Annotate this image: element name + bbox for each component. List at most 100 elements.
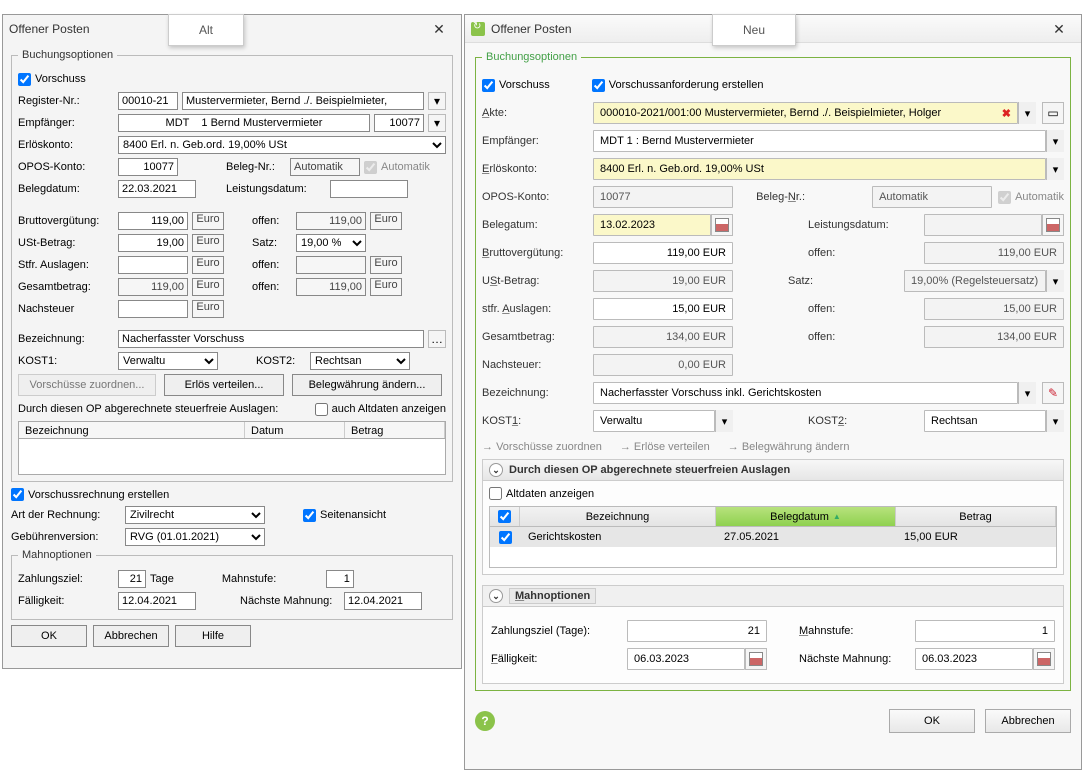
naechste-mahnung-input[interactable]: 06.03.2023 <box>915 648 1055 670</box>
link-vorschuesse[interactable]: → Vorschüsse zuordnen <box>482 441 602 453</box>
stfr-input[interactable]: 15,00 EUR <box>593 298 733 320</box>
old-mahnoptionen-fieldset: Mahnoptionen Zahlungsziel: Tage Mahnstuf… <box>11 549 453 620</box>
art-select[interactable]: Zivilrecht <box>125 506 265 524</box>
chevron-down-icon[interactable]: ▾ <box>1046 158 1064 180</box>
sort-column-belegdatum[interactable]: Belegdatum▲ <box>716 507 896 526</box>
nachsteuer-label: Nachsteuer: <box>482 359 587 371</box>
chevron-down-icon[interactable]: ▾ <box>1046 410 1064 432</box>
collapse-icon[interactable]: ⌄ <box>489 463 503 477</box>
kost1-select[interactable]: Verwaltu ▾ <box>593 410 733 432</box>
nachsteuer-input[interactable] <box>118 300 188 318</box>
akte-clear-icon[interactable]: ✖ <box>1002 107 1011 120</box>
row-checkbox[interactable] <box>499 531 512 544</box>
zahlungsziel-input[interactable] <box>627 620 767 642</box>
empfaenger-input[interactable] <box>118 114 370 132</box>
collapse-icon[interactable]: ⌄ <box>489 589 503 603</box>
kost2-select[interactable]: Rechtsan <box>310 352 410 370</box>
nachsteuer-label: Nachsteuer <box>18 303 114 315</box>
close-icon[interactable]: ✕ <box>423 19 455 39</box>
zahlungsziel-input[interactable] <box>118 570 146 588</box>
edit-icon[interactable]: ✎ <box>1042 382 1064 404</box>
art-label: Art der Rechnung: <box>11 509 121 521</box>
belegdatum-input[interactable] <box>118 180 196 198</box>
calendar-icon[interactable] <box>711 214 733 236</box>
kost1-label: KOST1: <box>482 415 587 427</box>
mahnstufe-input[interactable] <box>915 620 1055 642</box>
satz-select[interactable]: 19,00% (Regelsteuersatz) ▾ <box>904 270 1064 292</box>
vorschuss-checkbox[interactable]: Vorschuss <box>482 79 550 92</box>
satz-select[interactable]: 19,00 % <box>296 234 366 252</box>
gebuehr-select[interactable]: RVG (01.01.2021) <box>125 528 265 546</box>
chevron-down-icon[interactable]: ▾ <box>1046 270 1064 292</box>
register-nr-input[interactable] <box>118 92 178 110</box>
empfaenger-dropdown-icon[interactable]: ▾ <box>428 114 446 132</box>
help-button[interactable]: Hilfe <box>175 625 251 647</box>
select-all-checkbox[interactable] <box>498 510 511 523</box>
brutto-offen-input <box>296 212 366 230</box>
gesamt-offen-value: 134,00 EUR <box>924 326 1064 348</box>
vorschussanforderung-checkbox[interactable]: Vorschussanforderung erstellen <box>592 79 764 92</box>
altdaten-checkbox[interactable]: auch Altdaten anzeigen <box>315 403 446 416</box>
akte-field[interactable]: 000010-2021/001:00 Mustervermieter, Bern… <box>593 102 1036 124</box>
calendar-icon[interactable] <box>1042 214 1064 236</box>
register-akte-input[interactable] <box>182 92 424 110</box>
kost2-select[interactable]: Rechtsan ▾ <box>924 410 1064 432</box>
vorschuss-checkbox[interactable]: Vorschuss <box>18 73 86 86</box>
akte-dropdown-icon[interactable]: ▾ <box>428 92 446 110</box>
beleg-nr-value: Automatik <box>872 186 992 208</box>
chevron-down-icon[interactable]: ▾ <box>715 410 733 432</box>
neu-badge: Neu <box>712 14 796 46</box>
belegatum-input[interactable]: 13.02.2023 <box>593 214 733 236</box>
chevron-down-icon[interactable]: ▾ <box>1018 382 1036 404</box>
bezeichnung-input[interactable] <box>118 330 424 348</box>
faelligkeit-input[interactable]: 06.03.2023 <box>627 648 767 670</box>
leistungsdatum-input[interactable] <box>924 214 1064 236</box>
cancel-button[interactable]: Abbrechen <box>985 709 1071 733</box>
zahlungsziel-label: Zahlungsziel: <box>18 573 114 585</box>
gesamt-label: Gesamtbetrag: <box>18 281 114 293</box>
bezeichnung-label: Bezeichnung: <box>482 387 587 399</box>
mahnstufe-input[interactable] <box>326 570 354 588</box>
vorschuesse-zuordnen-button[interactable]: Vorschüsse zuordnen... <box>18 374 156 396</box>
opos-konto-label: OPOS-Konto: <box>18 161 114 173</box>
opos-konto-input[interactable] <box>118 158 178 176</box>
empfaenger-select[interactable]: MDT 1 : Bernd Mustervermieter ▾ <box>593 130 1064 152</box>
brutto-input[interactable]: 119,00 EUR <box>593 242 733 264</box>
seitenansicht-checkbox[interactable]: Seitenansicht <box>303 509 386 522</box>
erloeskonto-select[interactable]: 8400 Erl. n. Geb.ord. 19,00% USt <box>118 136 446 154</box>
table-row[interactable]: Gerichtskosten 27.05.2021 15,00 EUR <box>490 527 1056 547</box>
faelligkeit-input[interactable] <box>118 592 196 610</box>
cancel-button[interactable]: Abbrechen <box>93 625 169 647</box>
altdaten-checkbox[interactable]: Altdaten anzeigen <box>489 487 1057 500</box>
erloeskonto-select[interactable]: 8400 Erl. n. Geb.ord. 19,00% USt ▾ <box>593 158 1064 180</box>
link-waehrung[interactable]: → Belegwährung ändern <box>728 441 850 453</box>
erloeskonto-label: Erlöskonto: <box>482 163 587 175</box>
register-nr-label: Register-Nr.: <box>18 95 114 107</box>
ust-input[interactable] <box>118 234 188 252</box>
bezeichnung-browse-icon[interactable]: … <box>428 330 446 348</box>
ok-button[interactable]: OK <box>889 709 975 733</box>
mahnstufe-label: Mahnstufe: <box>222 573 322 585</box>
brutto-input[interactable] <box>118 212 188 230</box>
faelligkeit-label: Fälligkeit: <box>491 653 621 665</box>
help-icon[interactable]: ? <box>475 711 495 731</box>
bezeichnung-select[interactable]: Nacherfasster Vorschuss inkl. Gerichtsko… <box>593 382 1036 404</box>
calendar-icon[interactable] <box>745 648 767 670</box>
link-erloese[interactable]: → Erlöse verteilen <box>620 441 710 453</box>
stfr-input[interactable] <box>118 256 188 274</box>
empfaenger-id-input[interactable] <box>374 114 424 132</box>
gesamt-input <box>118 278 188 296</box>
chevron-down-icon[interactable]: ▾ <box>1046 130 1064 152</box>
akte-open-icon[interactable]: ▭ <box>1042 102 1064 124</box>
ok-button[interactable]: OK <box>11 625 87 647</box>
leistungsdatum-input[interactable] <box>330 180 408 198</box>
calendar-icon[interactable] <box>1033 648 1055 670</box>
vorschussrechnung-checkbox[interactable]: Vorschussrechnung erstellen <box>11 488 453 501</box>
erloes-verteilen-button[interactable]: Erlös verteilen... <box>164 374 284 396</box>
naechste-mahnung-input[interactable] <box>344 592 422 610</box>
akte-dropdown-icon[interactable]: ▾ <box>1018 102 1036 124</box>
close-icon[interactable]: ✕ <box>1043 19 1075 39</box>
belegwaehrung-button[interactable]: Belegwährung ändern... <box>292 374 442 396</box>
kost1-select[interactable]: Verwaltu <box>118 352 218 370</box>
satz-label: Satz: <box>788 275 898 287</box>
